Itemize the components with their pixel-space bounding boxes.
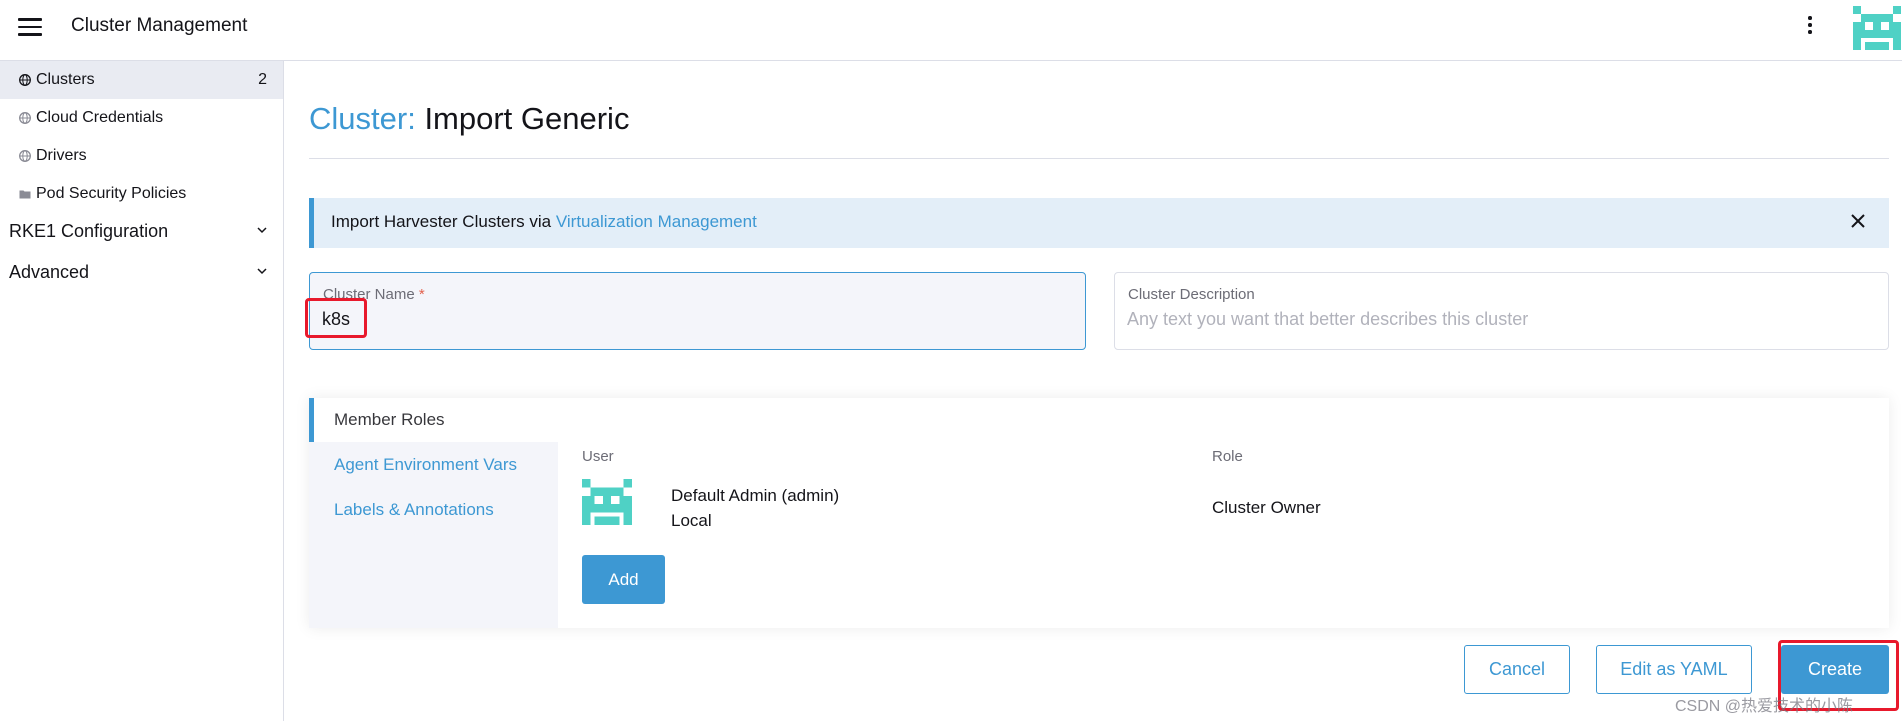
virtualization-management-link[interactable]: Virtualization Management bbox=[556, 212, 757, 231]
globe-icon bbox=[19, 150, 31, 162]
sidebar: Clusters 2 Cloud Credentials Drivers Pod… bbox=[0, 61, 284, 721]
sidebar-group-rke1-configuration[interactable]: RKE1 Configuration bbox=[0, 213, 283, 251]
member-role-value[interactable]: Cluster Owner bbox=[1212, 498, 1321, 518]
cluster-name-field[interactable]: Cluster Name * bbox=[309, 272, 1086, 350]
sidebar-item-pod-security-policies[interactable]: Pod Security Policies bbox=[0, 175, 283, 213]
page-title: Cluster: Import Generic bbox=[309, 101, 629, 137]
cluster-description-label: Cluster Description bbox=[1128, 286, 1255, 303]
cancel-button[interactable]: Cancel bbox=[1464, 645, 1570, 694]
add-member-button[interactable]: Add bbox=[582, 555, 665, 604]
tab-agent-environment-vars[interactable]: Agent Environment Vars bbox=[309, 443, 558, 487]
cluster-description-field[interactable]: Cluster Description bbox=[1114, 272, 1889, 350]
edit-as-yaml-button[interactable]: Edit as YAML bbox=[1596, 645, 1752, 694]
role-column-header: Role bbox=[1212, 448, 1243, 465]
sidebar-group-label: Advanced bbox=[9, 262, 90, 282]
chevron-down-icon bbox=[257, 227, 267, 234]
clusters-count-badge: 2 bbox=[258, 71, 267, 88]
globe-icon bbox=[19, 112, 31, 124]
user-avatar-icon[interactable] bbox=[1853, 5, 1901, 51]
tabs-list: Member Roles Agent Environment Vars Labe… bbox=[309, 398, 558, 628]
hamburger-menu-icon[interactable] bbox=[18, 18, 42, 36]
info-banner: Import Harvester Clusters via Virtualiza… bbox=[309, 198, 1889, 248]
tab-label: Member Roles bbox=[334, 410, 445, 429]
sidebar-item-cloud-credentials[interactable]: Cloud Credentials bbox=[0, 99, 283, 137]
banner-text: Import Harvester Clusters via Virtualiza… bbox=[331, 212, 757, 232]
top-header: Cluster Management bbox=[0, 0, 1902, 61]
tabbed-panel: Member Roles Agent Environment Vars Labe… bbox=[309, 398, 1889, 628]
banner-message: Import Harvester Clusters via bbox=[331, 212, 556, 231]
chevron-down-icon bbox=[257, 268, 267, 275]
cluster-name-input[interactable] bbox=[322, 309, 882, 330]
sidebar-item-drivers[interactable]: Drivers bbox=[0, 137, 283, 175]
tab-label: Labels & Annotations bbox=[334, 500, 494, 519]
kebab-menu-icon[interactable] bbox=[1804, 16, 1816, 40]
member-user-name: Default Admin (admin) bbox=[671, 486, 840, 505]
user-avatar-icon bbox=[582, 479, 632, 525]
close-icon[interactable] bbox=[1849, 212, 1867, 230]
main-content: Cluster: Import Generic Import Harvester… bbox=[285, 61, 1902, 721]
divider bbox=[309, 158, 1889, 159]
sidebar-group-advanced[interactable]: Advanced bbox=[0, 254, 283, 292]
sidebar-item-label: Pod Security Policies bbox=[36, 185, 187, 202]
sidebar-item-label: Clusters bbox=[36, 71, 95, 88]
page-title-resource[interactable]: Cluster: bbox=[309, 101, 416, 136]
user-column-header: User bbox=[582, 448, 614, 465]
sidebar-item-label: Drivers bbox=[36, 147, 87, 164]
highlight-box-name bbox=[305, 298, 367, 338]
sidebar-item-label: Cloud Credentials bbox=[36, 109, 164, 126]
member-user-provider: Local bbox=[671, 511, 712, 530]
folder-icon bbox=[19, 190, 31, 199]
tab-member-roles[interactable]: Member Roles bbox=[309, 398, 558, 442]
page-title-name: Import Generic bbox=[424, 101, 630, 136]
tab-labels-annotations[interactable]: Labels & Annotations bbox=[309, 488, 558, 532]
highlight-box-create bbox=[1778, 640, 1899, 711]
sidebar-group-label: RKE1 Configuration bbox=[9, 221, 169, 241]
globe-icon bbox=[19, 74, 31, 86]
cluster-description-input[interactable] bbox=[1127, 309, 1687, 330]
required-mark: * bbox=[418, 286, 425, 303]
sidebar-item-clusters[interactable]: Clusters 2 bbox=[0, 61, 283, 99]
app-title: Cluster Management bbox=[71, 15, 248, 36]
tab-label: Agent Environment Vars bbox=[334, 455, 517, 474]
